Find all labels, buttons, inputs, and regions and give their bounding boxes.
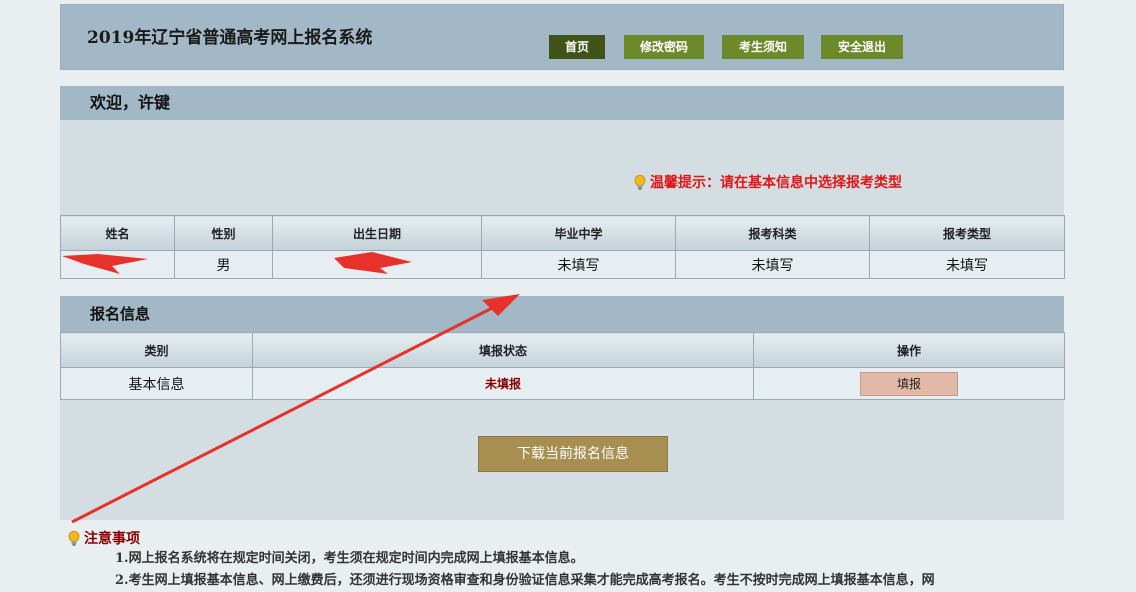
col-name: 姓名 (60, 215, 175, 251)
welcome-greeting: 欢迎，许键 (60, 86, 1064, 120)
table-row: 男 未填写 未填写 未填写 (60, 250, 1065, 279)
col-subject: 报考科类 (675, 215, 870, 251)
cell-birth (272, 250, 482, 279)
welcome-panel: 欢迎，许键 温馨提示：请在基本信息中选择报考类型 姓名 性别 出生日期 毕业中学… (60, 86, 1065, 279)
cell-action: 填报 (753, 367, 1065, 400)
cell-status: 未填报 (252, 367, 754, 400)
registration-body: 下载当前报名信息 (60, 400, 1064, 520)
cell-subject: 未填写 (675, 250, 870, 279)
student-info-table: 姓名 性别 出生日期 毕业中学 报考科类 报考类型 男 未填写 未填写 未填写 (60, 215, 1065, 279)
note-item: 2.考生网上填报基本信息、网上缴费后，还须进行现场资格审查和身份验证信息采集才能… (115, 573, 935, 588)
col-category: 类别 (60, 332, 253, 368)
cell-school: 未填写 (481, 250, 676, 279)
table-header-row: 类别 填报状态 操作 (60, 332, 1065, 368)
col-gender: 性别 (174, 215, 273, 251)
header-bar: 2019年辽宁省普通高考网上报名系统 首页 修改密码 考生须知 安全退出 (60, 4, 1064, 70)
cell-type: 未填写 (869, 250, 1065, 279)
welcome-body: 温馨提示：请在基本信息中选择报考类型 (60, 120, 1064, 215)
col-birth: 出生日期 (272, 215, 482, 251)
cell-gender: 男 (174, 250, 273, 279)
col-type: 报考类型 (869, 215, 1065, 251)
lightbulb-icon (68, 531, 80, 546)
page-container: 2019年辽宁省普通高考网上报名系统 首页 修改密码 考生须知 安全退出 欢迎，… (60, 4, 1065, 520)
table-row: 基本信息 未填报 填报 (60, 367, 1065, 400)
col-school: 毕业中学 (481, 215, 676, 251)
status-badge: 未填报 (484, 377, 521, 391)
notes-title: 注意事项 (84, 531, 140, 547)
registration-panel: 报名信息 类别 填报状态 操作 基本信息 未填报 填报 下载当前报名信息 (60, 296, 1065, 520)
lightbulb-icon (634, 175, 646, 190)
col-action: 操作 (753, 332, 1065, 368)
col-status: 填报状态 (252, 332, 754, 368)
tip-text: 温馨提示：请在基本信息中选择报考类型 (650, 175, 902, 191)
cell-name (60, 250, 175, 279)
nav-logout-button[interactable]: 安全退出 (821, 35, 903, 59)
tip-text-wrap: 温馨提示：请在基本信息中选择报考类型 (634, 172, 902, 192)
nav-change-password-button[interactable]: 修改密码 (624, 35, 704, 59)
notes-title-wrap: 注意事项 (68, 528, 1068, 548)
registration-table: 类别 填报状态 操作 基本信息 未填报 填报 (60, 332, 1065, 400)
download-info-button[interactable]: 下载当前报名信息 (478, 436, 668, 472)
note-item: 1.网上报名系统将在规定时间关闭，考生须在规定时间内完成网上填报基本信息。 (115, 551, 584, 566)
nav-notice-button[interactable]: 考生须知 (722, 35, 804, 59)
fill-button[interactable]: 填报 (860, 371, 958, 396)
cell-category: 基本信息 (60, 367, 253, 400)
nav-home-button[interactable]: 首页 (549, 35, 605, 59)
registration-title: 报名信息 (60, 296, 1064, 332)
table-header-row: 姓名 性别 出生日期 毕业中学 报考科类 报考类型 (60, 215, 1065, 251)
system-title: 2019年辽宁省普通高考网上报名系统 (87, 28, 373, 48)
notes-section: 注意事项 1.网上报名系统将在规定时间关闭，考生须在规定时间内完成网上填报基本信… (68, 528, 1068, 592)
